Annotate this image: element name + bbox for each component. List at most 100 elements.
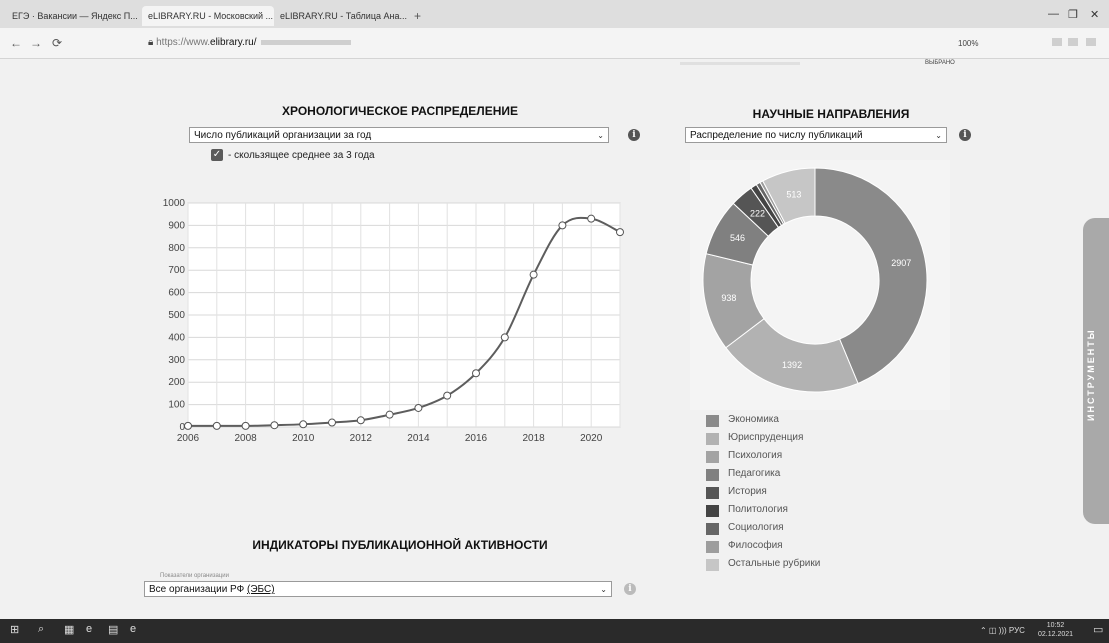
chevron-down-icon: ⌄ [600, 585, 607, 594]
taskbar-clock[interactable]: 10:52 02.12.2021 [1038, 621, 1073, 639]
x-tick-label: 2008 [234, 433, 257, 444]
new-tab-button[interactable]: + [414, 9, 421, 23]
taskbar-app-icon[interactable]: ▤ [108, 623, 118, 636]
y-tick-label: 700 [168, 265, 185, 276]
taskbar-app-icon[interactable]: e [86, 623, 92, 635]
legend-swatch [706, 469, 719, 481]
slice-label: 546 [730, 233, 745, 243]
browser-nav-bar: ← → ⟳ 🔒︎ https://www.elibrary.ru/ 100% [0, 28, 1109, 59]
restore-button[interactable]: ❐ [1068, 8, 1078, 21]
data-point[interactable] [184, 421, 192, 430]
legend-label: Социология [728, 522, 784, 533]
selected-chip: ВЫБРАНО [925, 60, 955, 66]
address-bar[interactable]: 🔒︎ https://www.elibrary.ru/ [148, 33, 928, 53]
reload-icon[interactable]: ⟳ [52, 36, 62, 50]
extension-icon[interactable] [1052, 38, 1062, 46]
y-tick-label: 900 [168, 220, 185, 231]
select-value: Распределение по числу публикаций [690, 130, 863, 141]
legend-swatch [706, 505, 719, 517]
browser-tab-1[interactable]: ЕГЭ · Вакансии — Яндекс П... [6, 6, 140, 26]
data-point[interactable] [616, 228, 624, 237]
legend-swatch [706, 451, 719, 463]
publications-line-chart: 010020030040050060070080090010002006 2008… [163, 198, 624, 444]
forward-arrow-icon[interactable]: → [30, 36, 42, 50]
chronology-metric-select[interactable]: Число публикаций организации за год ⌄ [189, 127, 609, 143]
y-tick-label: 300 [168, 355, 185, 366]
legend-label: Психология [728, 450, 783, 461]
chevron-down-icon: ⌄ [935, 131, 942, 140]
select-value-link: (ЭБС) [247, 584, 275, 595]
system-tray[interactable]: ⌃ ◫ ))) РУС [980, 626, 1025, 635]
data-point[interactable] [299, 420, 308, 429]
chevron-down-icon: ⌄ [597, 131, 604, 140]
clock-date: 02.12.2021 [1038, 631, 1074, 638]
indicators-caption: Показатели организации [160, 573, 229, 579]
search-icon[interactable]: ⌕ [38, 623, 44, 636]
legend-swatch [706, 559, 719, 571]
data-point[interactable] [212, 421, 221, 430]
extension-icon[interactable] [1068, 38, 1078, 46]
x-tick-label: 2012 [350, 433, 373, 444]
indicators-org-select[interactable]: Все организации РФ (ЭБС) ⌄ [144, 581, 612, 597]
browser-tab-2[interactable]: eLIBRARY.RU - Московский ...× [142, 6, 274, 26]
data-point[interactable] [587, 214, 596, 223]
legend-swatch [706, 433, 719, 445]
data-point[interactable] [414, 403, 423, 412]
url-path-blurred [260, 39, 351, 45]
slice-label: 1392 [782, 360, 802, 370]
y-tick-label: 600 [168, 288, 185, 299]
page-top-strip [680, 62, 800, 65]
fields-title: НАУЧНЫЕ НАПРАВЛЕНИЯ [752, 107, 910, 121]
y-tick-label: 100 [168, 400, 185, 411]
legend-label: Философия [728, 540, 783, 551]
menu-icon[interactable] [1086, 38, 1096, 46]
y-tick-label: 500 [168, 310, 185, 321]
slice-label: 938 [721, 293, 736, 303]
moving-average-checkbox[interactable]: ✓ [211, 149, 223, 161]
x-tick-label: 2006 [177, 433, 200, 444]
url-host: elibrary.ru/ [210, 37, 257, 48]
data-point[interactable] [385, 410, 394, 419]
info-icon[interactable]: i [959, 129, 971, 141]
close-window-button[interactable]: ✕ [1090, 8, 1099, 21]
slice-label: 513 [786, 190, 801, 200]
data-point[interactable] [472, 369, 480, 378]
x-tick-label: 2010 [292, 433, 315, 444]
back-arrow-icon[interactable]: ← [10, 36, 22, 50]
data-point[interactable] [328, 418, 336, 427]
legend-label: История [728, 486, 767, 497]
data-point[interactable] [443, 391, 452, 400]
info-icon[interactable]: i [624, 583, 636, 595]
notifications-icon[interactable]: ▭ [1093, 623, 1103, 636]
zoom-level[interactable]: 100% [958, 39, 978, 48]
data-point[interactable] [500, 333, 509, 342]
tab-label: eLIBRARY.RU - Таблица Ана... [280, 11, 407, 21]
legend-swatch [706, 523, 719, 535]
fields-metric-select[interactable]: Распределение по числу публикаций ⌄ [685, 127, 947, 143]
browser-tab-bar: ЕГЭ · Вакансии — Яндекс П... eLIBRARY.RU… [0, 0, 1109, 28]
fields-donut-chart: 2907 1392 938 546 222 513 [690, 160, 950, 410]
clock-time: 10:52 [1046, 622, 1065, 629]
y-tick-label: 1000 [163, 198, 186, 209]
x-tick-label: 2014 [407, 433, 430, 444]
tab-label: eLIBRARY.RU - Московский ... [148, 11, 274, 21]
data-point[interactable] [241, 421, 250, 430]
legend-label: Экономика [728, 414, 779, 425]
data-point[interactable] [356, 416, 365, 425]
data-point[interactable] [270, 421, 279, 430]
y-tick-label: 400 [168, 332, 185, 343]
start-icon[interactable]: ⊞ [10, 623, 19, 636]
minimize-button[interactable]: — [1048, 8, 1059, 20]
browser-tab-3[interactable]: eLIBRARY.RU - Таблица Ана...× [274, 6, 410, 26]
x-tick-label: 2016 [465, 433, 488, 444]
taskbar-app-icon[interactable]: ▦ [64, 623, 74, 636]
legend-label: Педагогика [728, 468, 781, 479]
slice-label: 2907 [891, 258, 911, 268]
data-point[interactable] [558, 221, 567, 230]
info-icon[interactable]: i [628, 129, 640, 141]
legend-label: Юриспруденция [728, 432, 804, 443]
data-point[interactable] [529, 270, 538, 279]
taskbar-app-icon[interactable]: e [130, 623, 136, 635]
y-tick-label: 200 [168, 377, 185, 388]
legend-label: Политология [728, 504, 788, 515]
